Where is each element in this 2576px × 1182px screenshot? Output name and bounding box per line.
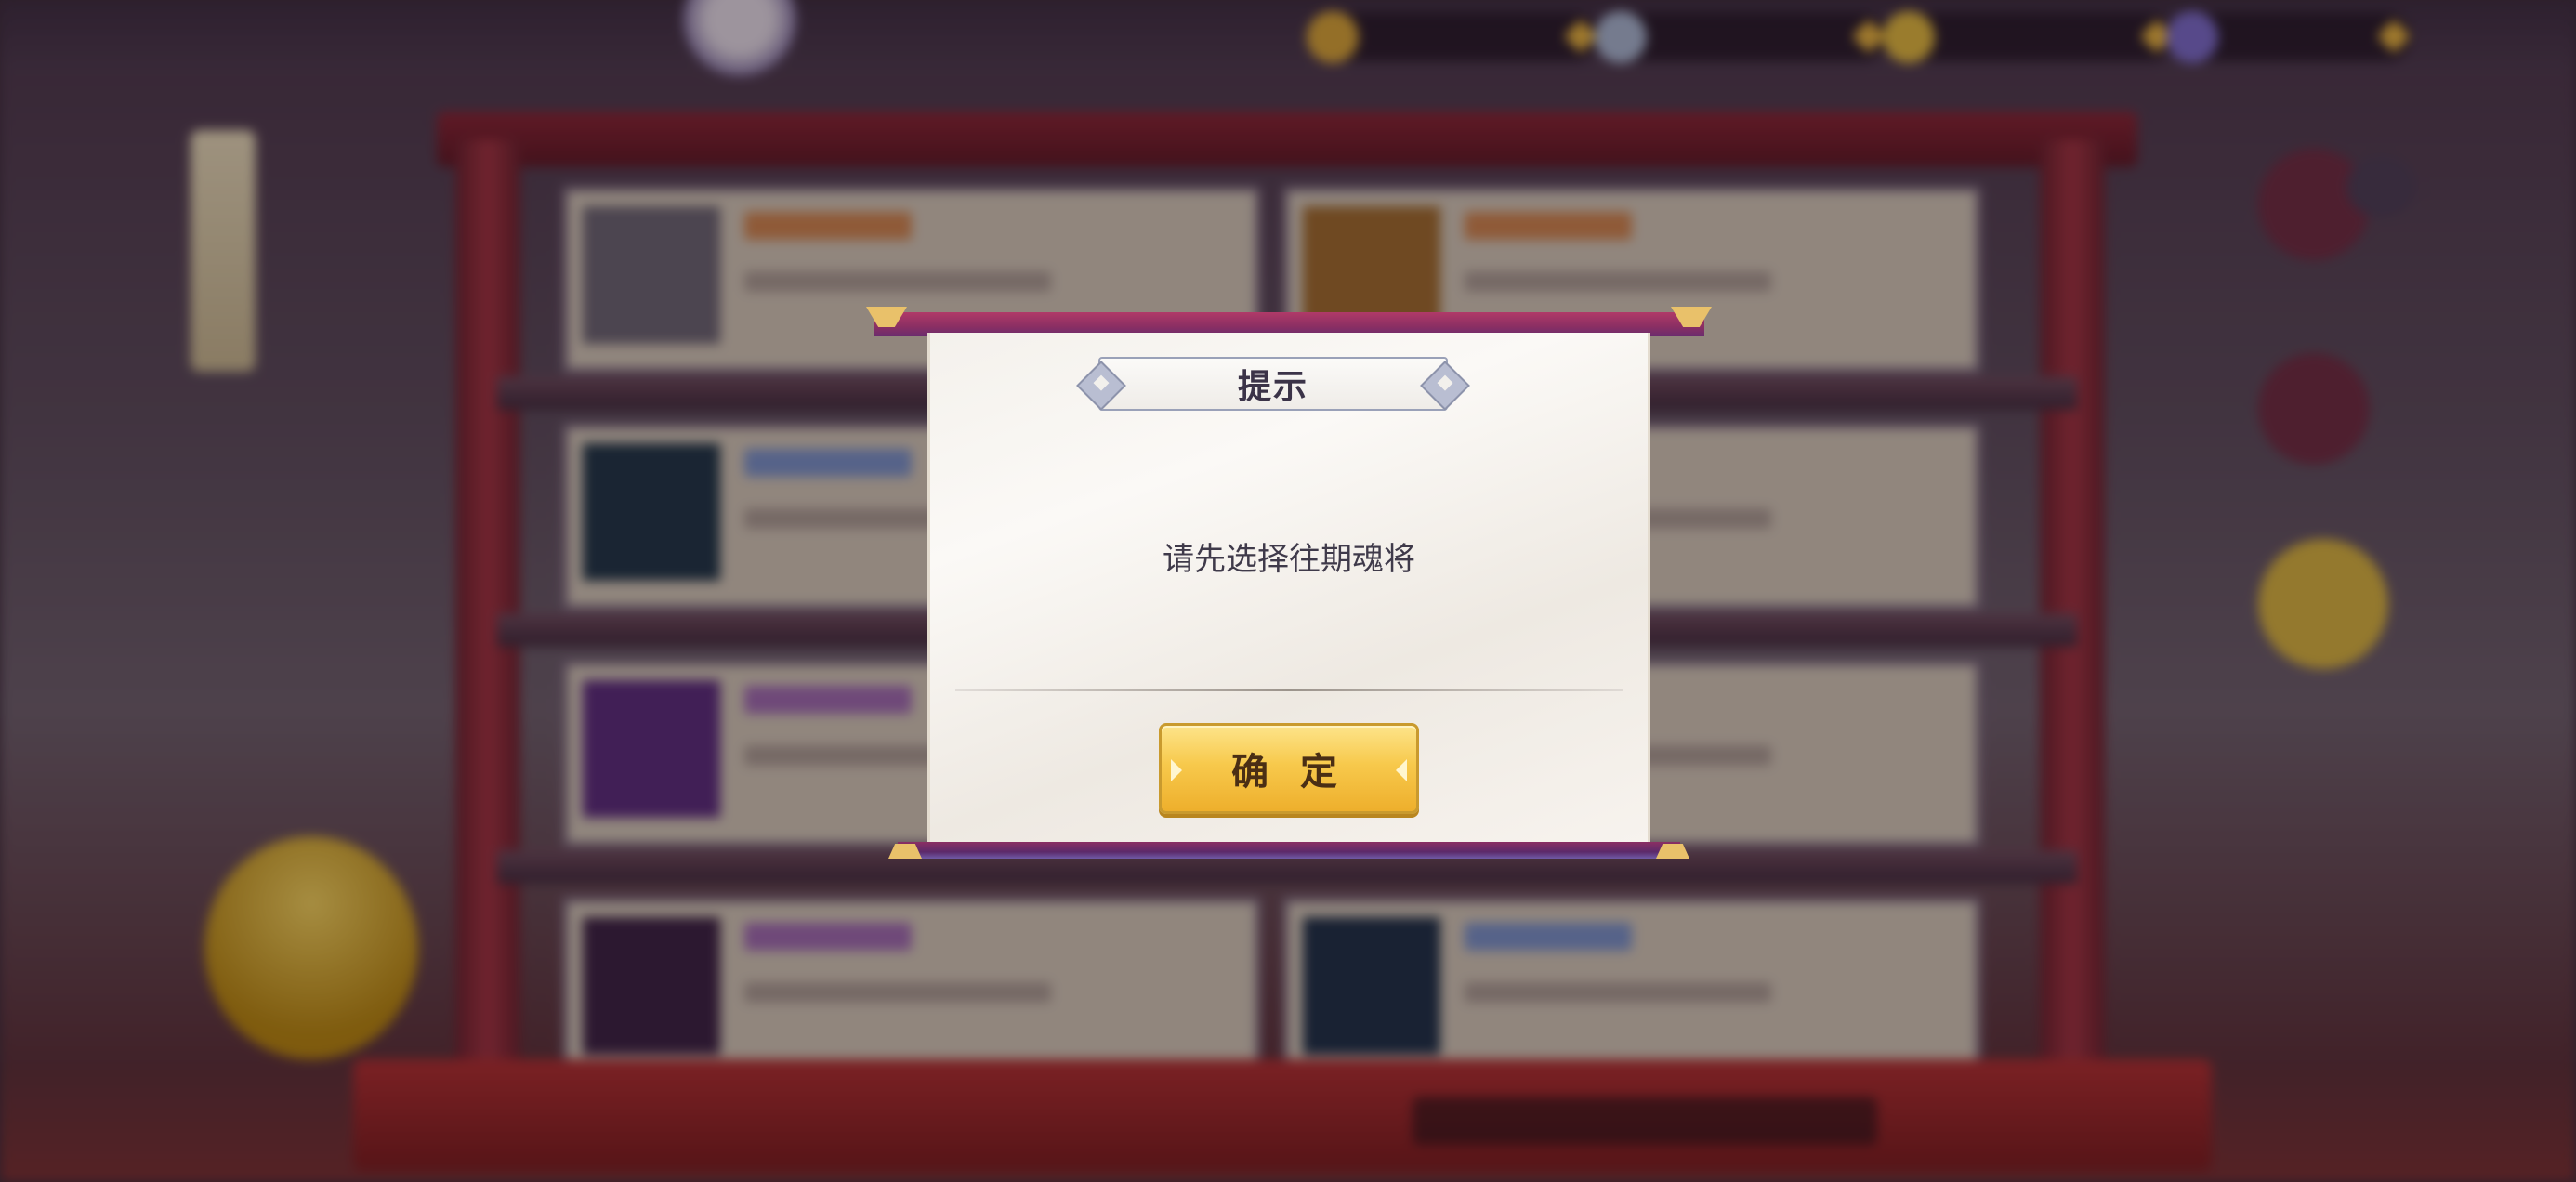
- dialog-frame-bottom: [898, 842, 1680, 859]
- confirm-button[interactable]: 确 定: [1159, 723, 1419, 814]
- dialog-title-plate: 提示: [1076, 357, 1470, 411]
- arrow-left-icon: [1171, 759, 1182, 781]
- confirm-button-label: 确 定: [1231, 751, 1347, 794]
- dialog-title: 提示: [1237, 368, 1308, 406]
- dialog-divider: [955, 690, 1623, 691]
- arrow-right-icon: [1396, 759, 1407, 781]
- dialog-message: 请先选择往期魂将: [1163, 541, 1415, 578]
- hint-dialog: 提示 请先选择往期魂将 确 定: [874, 312, 1704, 870]
